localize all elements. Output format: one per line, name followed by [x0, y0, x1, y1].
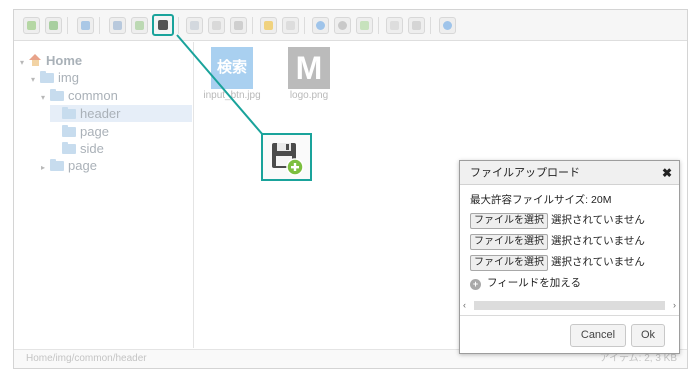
file-input-row: ファイルを選択 選択されていません	[470, 233, 679, 250]
dialog-body: 最大許容ファイルサイズ: 20M ファイルを選択 選択されていません ファイルを選…	[460, 185, 679, 291]
list-view-icon[interactable]	[386, 17, 403, 34]
upload-icon[interactable]	[152, 14, 174, 36]
back-icon[interactable]	[23, 17, 40, 34]
folder-icon	[50, 89, 64, 101]
dialog-title: ファイルアップロード	[470, 167, 580, 179]
horizontal-scrollbar[interactable]: ‹ ›	[463, 299, 676, 311]
tree-node-header[interactable]: header	[50, 105, 192, 122]
ok-button[interactable]: Ok	[631, 324, 665, 347]
home-icon	[29, 54, 42, 66]
paste-icon[interactable]	[230, 17, 247, 34]
folder-tree: ▾ Home ▾ img ▾ common header page side ▸ pag…	[14, 42, 194, 348]
tree-node-home[interactable]: ▾ Home	[20, 52, 82, 69]
current-path: Home/img/common/header	[26, 353, 147, 364]
scroll-left-icon[interactable]: ‹	[463, 299, 466, 311]
save-upload-icon	[272, 143, 304, 176]
collapse-arrow-icon[interactable]: ▾	[20, 54, 29, 71]
folder-icon	[62, 107, 76, 119]
folder-icon	[40, 71, 54, 83]
icon-view-icon[interactable]	[408, 17, 425, 34]
max-file-size: 最大許容ファイルサイズ: 20M	[470, 194, 612, 206]
file-item[interactable]: 検索 input_btn.jpg	[200, 47, 264, 101]
new-file-icon[interactable]	[131, 17, 148, 34]
preview-icon[interactable]	[334, 17, 351, 34]
file-input-row: ファイルを選択 選択されていません	[470, 254, 679, 271]
folder-icon	[62, 125, 76, 137]
cancel-button[interactable]: Cancel	[570, 324, 626, 347]
rename-icon[interactable]	[260, 17, 277, 34]
plus-icon: +	[470, 279, 481, 290]
info-icon[interactable]	[312, 17, 329, 34]
tree-label-header: header	[80, 106, 121, 121]
tree-node-page-sub[interactable]: page	[62, 123, 109, 140]
toolbar	[14, 10, 687, 41]
edit-icon[interactable]	[282, 17, 299, 34]
dialog-footer: Cancel Ok	[460, 315, 679, 353]
no-file-selected: 選択されていません	[551, 235, 645, 247]
tree-label-common: common	[68, 88, 118, 103]
dialog-title-bar: ファイルアップロード ✖	[460, 161, 679, 185]
add-field-label: フィールドを加える	[487, 277, 581, 289]
add-field-button[interactable]: + フィールドを加える	[470, 275, 679, 291]
file-name: logo.png	[289, 90, 329, 101]
file-name: input_btn.jpg	[203, 90, 261, 101]
tree-node-img[interactable]: ▾ img	[31, 69, 79, 86]
file-upload-dialog: ファイルアップロード ✖ 最大許容ファイルサイズ: 20M ファイルを選択 選択さ…	[459, 160, 680, 354]
tree-label-side: side	[80, 141, 104, 156]
folder-icon	[62, 142, 76, 154]
tree-label-page-sub: page	[80, 124, 109, 139]
tree-node-page[interactable]: ▸ page	[41, 157, 97, 174]
scrollbar-thumb[interactable]	[474, 301, 665, 310]
copy-icon[interactable]	[186, 17, 203, 34]
tree-node-side[interactable]: side	[62, 140, 104, 157]
no-file-selected: 選択されていません	[551, 256, 645, 268]
tree-label-img: img	[58, 70, 79, 85]
upload-icon-callout	[261, 133, 312, 181]
cut-icon[interactable]	[208, 17, 225, 34]
no-file-selected: 選択されていません	[551, 214, 645, 226]
collapse-arrow-icon[interactable]: ▾	[31, 71, 40, 88]
reload-icon[interactable]	[45, 17, 62, 34]
file-input-row: ファイルを選択 選択されていません	[470, 212, 679, 229]
folder-icon	[50, 159, 64, 171]
choose-file-button[interactable]: ファイルを選択	[470, 213, 548, 229]
resize-icon[interactable]	[356, 17, 373, 34]
choose-file-button[interactable]: ファイルを選択	[470, 234, 548, 250]
scroll-right-icon[interactable]: ›	[673, 299, 676, 311]
tree-label-home: Home	[46, 53, 83, 68]
choose-file-button[interactable]: ファイルを選択	[470, 255, 548, 271]
collapse-arrow-icon[interactable]: ▾	[41, 89, 50, 106]
tree-label-page: page	[68, 158, 97, 173]
expand-arrow-icon[interactable]: ▸	[41, 159, 50, 176]
file-item[interactable]: M logo.png	[281, 47, 337, 101]
close-icon[interactable]: ✖	[662, 161, 672, 185]
image-thumbnail: M	[288, 47, 330, 89]
image-thumbnail: 検索	[211, 47, 253, 89]
new-folder-icon[interactable]	[109, 17, 126, 34]
tree-node-common[interactable]: ▾ common	[41, 87, 118, 104]
open-folder-icon[interactable]	[77, 17, 94, 34]
help-icon[interactable]	[439, 17, 456, 34]
